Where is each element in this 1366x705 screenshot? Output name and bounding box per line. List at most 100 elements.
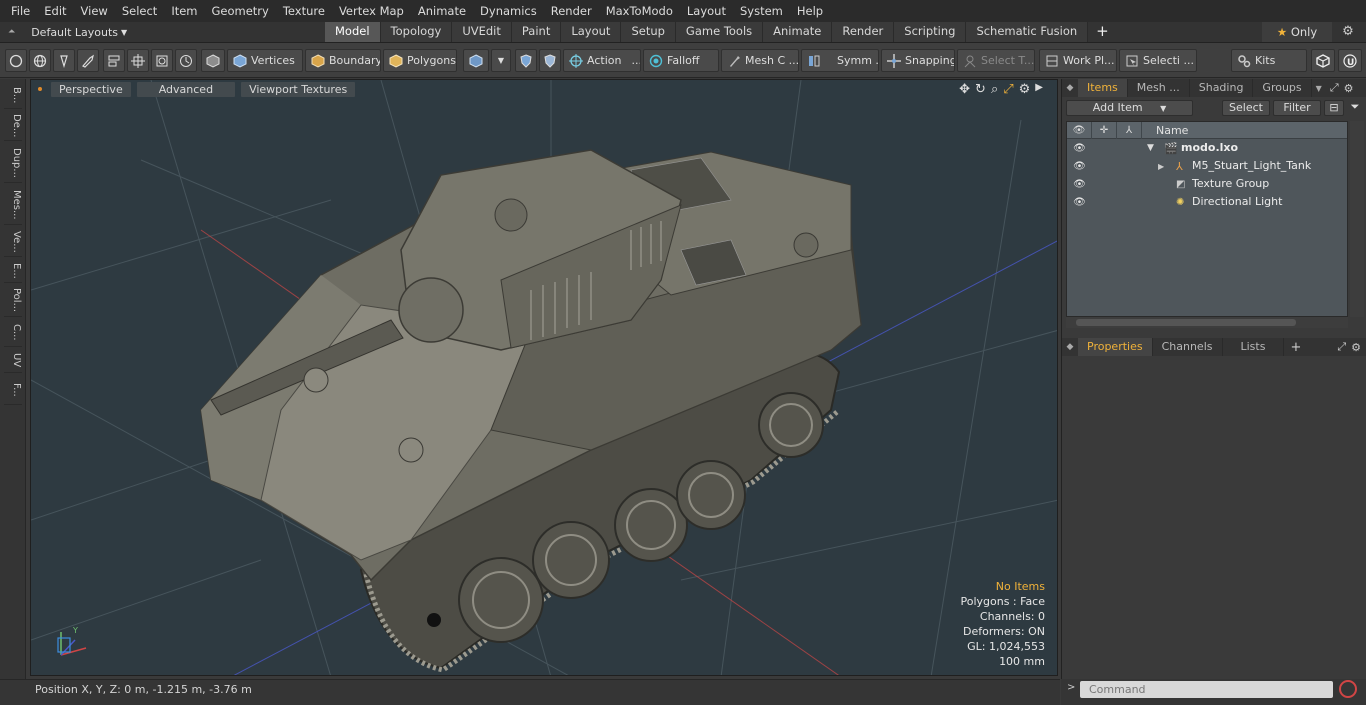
viewport-gear-icon[interactable]: ⚙	[1019, 82, 1031, 97]
menu-render[interactable]: Render	[544, 0, 599, 22]
tab-mesh[interactable]: Mesh ...	[1128, 79, 1190, 97]
unreal-button[interactable]: U	[1338, 49, 1362, 72]
strip-tab-duplicate[interactable]: Dup...	[4, 143, 22, 183]
add-tab-icon[interactable]: +	[1088, 22, 1117, 42]
eye-icon[interactable]: 👁	[1067, 179, 1092, 190]
name-column-header[interactable]: Name	[1142, 122, 1188, 139]
clock-button[interactable]	[175, 49, 197, 72]
menu-select[interactable]: Select	[115, 0, 164, 22]
tab-render[interactable]: Render	[832, 22, 895, 42]
tree-row-texture-group[interactable]: 👁 ◩ Texture Group	[1067, 175, 1347, 193]
menu-edit[interactable]: Edit	[37, 0, 73, 22]
tabs-dropdown-icon[interactable]: ▼	[1316, 84, 1322, 93]
lock-column-icon[interactable]: ✛	[1092, 121, 1117, 139]
action-button[interactable]: Action...	[563, 49, 641, 72]
tree-horizontal-scrollbar[interactable]	[1066, 317, 1348, 328]
eye-icon[interactable]: 👁	[1067, 197, 1092, 208]
command-input[interactable]: Command	[1080, 681, 1333, 698]
work-plane-button[interactable]: Work Pl...	[1039, 49, 1117, 72]
tree-row-mesh[interactable]: 👁 ▶ ⅄ M5_Stuart_Light_Tank	[1067, 157, 1347, 175]
menu-file[interactable]: File	[4, 0, 37, 22]
menu-system[interactable]: System	[733, 0, 790, 22]
scrollbar-thumb[interactable]	[1076, 319, 1296, 326]
menu-texture[interactable]: Texture	[276, 0, 332, 22]
tab-properties[interactable]: Properties	[1078, 338, 1153, 356]
tab-channels[interactable]: Channels	[1153, 338, 1223, 356]
play-arrow-icon[interactable]: ▶	[1035, 82, 1043, 97]
only-button[interactable]: ★ Only	[1262, 22, 1332, 42]
tree-row-scene[interactable]: 👁 ▼ 🎬 modo.lxo	[1067, 139, 1347, 157]
menu-layout[interactable]: Layout	[680, 0, 733, 22]
add-tab-icon[interactable]: +	[1290, 340, 1301, 355]
align-button[interactable]	[103, 49, 125, 72]
tab-shading[interactable]: Shading	[1190, 79, 1254, 97]
collapse-up-icon[interactable]: ⏶	[8, 27, 15, 37]
command-history-icon[interactable]: >	[1067, 682, 1075, 693]
collapse-icon[interactable]: ⊟	[1324, 100, 1344, 116]
strip-tab-uv[interactable]: UV	[4, 349, 22, 373]
strip-tab-edge[interactable]: E...	[4, 259, 22, 283]
add-item-button[interactable]: Add Item ▼	[1066, 100, 1193, 116]
selection-sets-button[interactable]: Selecti ...	[1119, 49, 1197, 72]
expand-panel-icon[interactable]: ⤢	[1337, 340, 1346, 354]
zoom-view-icon[interactable]: ⌕	[991, 82, 998, 97]
tab-layout[interactable]: Layout	[561, 22, 622, 42]
symmetry-button[interactable]: Symm ...	[801, 49, 879, 72]
kits-button[interactable]: Kits	[1231, 49, 1307, 72]
perspective-button[interactable]: Perspective	[51, 81, 131, 97]
strip-tab-curve[interactable]: C...	[4, 319, 22, 347]
menu-dynamics[interactable]: Dynamics	[473, 0, 544, 22]
mesh-constraint-button[interactable]: Mesh C ...	[721, 49, 799, 72]
3d-viewport[interactable]: Y Perspective Advanced Viewport Textures…	[30, 79, 1058, 676]
tab-schematic-fusion[interactable]: Schematic Fusion	[966, 22, 1089, 42]
tab-game-tools[interactable]: Game Tools	[675, 22, 764, 42]
unity-button[interactable]	[1311, 49, 1335, 72]
menu-vertex-map[interactable]: Vertex Map	[332, 0, 411, 22]
layout-selector[interactable]: ⏶ Default Layouts ▼	[0, 26, 325, 39]
snap-shield-button[interactable]	[539, 49, 561, 72]
eye-icon[interactable]: 👁	[1067, 161, 1092, 172]
advanced-button[interactable]: Advanced	[136, 81, 236, 97]
tree-scrollbar[interactable]	[1350, 121, 1364, 317]
panel-menu-icon[interactable]: ◆	[1062, 342, 1078, 352]
select-through-button[interactable]: Select T...	[957, 49, 1035, 72]
tab-items[interactable]: Items	[1078, 79, 1128, 97]
transform-button[interactable]	[127, 49, 149, 72]
menu-view[interactable]: View	[74, 0, 115, 22]
tab-model[interactable]: Model	[325, 22, 381, 42]
record-macro-icon[interactable]	[1339, 680, 1357, 698]
item-mode-button[interactable]	[201, 49, 225, 72]
menu-item[interactable]: Item	[164, 0, 204, 22]
tab-groups[interactable]: Groups	[1253, 79, 1312, 97]
tab-setup[interactable]: Setup	[621, 22, 676, 42]
strip-tab-fusion[interactable]: F...	[4, 375, 22, 405]
tab-uvedit[interactable]: UVEdit	[452, 22, 512, 42]
vertices-button[interactable]: Vertices	[227, 49, 303, 72]
material-dropdown-button[interactable]: ▼	[491, 49, 511, 72]
select-button[interactable]: Select	[1222, 100, 1270, 116]
strip-tab-polygon[interactable]: Pol...	[4, 285, 22, 317]
viewport-textures-button[interactable]: Viewport Textures	[241, 81, 356, 97]
snapping-button[interactable]: Snapping	[881, 49, 955, 72]
expand-triangle-icon[interactable]: ▼	[1147, 143, 1154, 153]
strip-tab-vertex[interactable]: Ve...	[4, 227, 22, 257]
select-circle-button[interactable]	[5, 49, 27, 72]
visibility-column-icon[interactable]: 👁	[1067, 121, 1092, 139]
globe-button[interactable]	[29, 49, 51, 72]
menu-maxtomodo[interactable]: MaxToModo	[599, 0, 680, 22]
boundary-button[interactable]: Boundary	[305, 49, 381, 72]
menu-help[interactable]: Help	[790, 0, 830, 22]
strip-tab-deform[interactable]: De...	[4, 111, 22, 141]
menu-animate[interactable]: Animate	[411, 0, 473, 22]
tab-topology[interactable]: Topology	[380, 22, 453, 42]
tab-scripting[interactable]: Scripting	[894, 22, 967, 42]
panel-menu-icon[interactable]: ◆	[1062, 83, 1078, 93]
falloff-button[interactable]: Falloff	[643, 49, 719, 72]
symmetry-shield-button[interactable]	[515, 49, 537, 72]
panel-gear-icon[interactable]: ⚙	[1344, 82, 1354, 95]
funnel-icon[interactable]: ⏷	[1346, 100, 1364, 116]
menu-geometry[interactable]: Geometry	[205, 0, 276, 22]
type-column-icon[interactable]: ⅄	[1117, 121, 1142, 139]
gear-icon[interactable]: ⚙	[1336, 22, 1360, 42]
expand-panel-icon[interactable]: ⤢	[1330, 81, 1339, 95]
